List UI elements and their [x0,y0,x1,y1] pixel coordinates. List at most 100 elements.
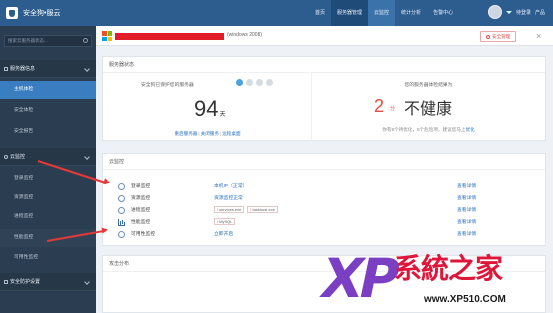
resource-monitor-icon [118,195,125,202]
nav-alert-center[interactable]: 告警中心 [427,0,459,26]
sidebar-group-label: 安全防护设置 [10,279,41,285]
monitor-row-login: 登录监控 本机IP（正常） 查看详情 [103,181,545,192]
monitor-row-resource: 资源监控 资源监控正常 查看详情 [103,193,545,204]
security-management-button[interactable]: 安全管理 [480,31,517,42]
service-icon[interactable] [256,79,263,86]
nav-statistics[interactable]: 统计分析 [395,0,427,26]
monitor-row-process: 进程监控 !services.exe !taskhost.exe 查看详情 [103,205,545,216]
process-tag: !services.exe [214,206,245,214]
avatar[interactable] [487,5,502,19]
shield-icon [486,34,490,39]
optimize-link[interactable]: 优化 [466,127,475,132]
sidebar-item-host-checkup[interactable]: 主机体检 [0,81,96,99]
security-management-label: 安全管理 [492,34,511,39]
watermark-logo: XP 系統之家 www.XP510.COM [315,247,553,313]
view-details-link[interactable]: 查看详情 [457,205,476,216]
remote-desktop-link[interactable]: 远程桌面 [222,131,240,136]
process-tag: !taskhost.exe [247,206,278,214]
windows-icon [102,31,112,41]
watermark-xp-text: XP [315,247,403,310]
sidebar-search-input[interactable]: 搜索云服务器状态... [4,35,92,47]
login-monitor-icon [118,183,125,190]
search-icon[interactable] [83,38,88,43]
protected-days-unit: 天 [219,112,226,118]
view-details-link[interactable]: 查看详情 [457,229,476,240]
monitor-row-availability: 可用性监控 立即开启 查看详情 [103,229,545,240]
protected-label: 安全狗已保护您的服务器 [141,83,194,88]
products-link[interactable]: 产品 [535,9,545,16]
os-name: (windows 2008) [227,32,263,38]
sidebar-item-process-monitor[interactable]: 进程监控 [0,208,96,226]
service-icon[interactable] [266,79,273,86]
panel-title: 服务器状态 [103,57,545,73]
service-icon[interactable] [236,79,243,86]
chevron-down-icon [84,154,90,160]
protected-days-value: 94 [194,96,219,121]
nav-cloud-monitor[interactable]: 云监控 [368,0,396,26]
sidebar-item-login-monitor[interactable]: 登录监控 [0,170,96,188]
server-icon [4,67,8,71]
availability-monitor-icon [118,231,125,238]
stop-service-link[interactable]: 关闭服务 [201,131,219,136]
watermark-url: www.XP510.COM [424,294,506,305]
monitor-status[interactable]: 本机IP（正常） [214,181,247,192]
health-section: 您的服务器体检结果为 2 分 不健康 你有9个待优化，5个危险项，建议您马上优化 [312,73,545,140]
performance-tags: !MySQL [214,217,238,228]
process-tags: !services.exe !taskhost.exe [214,205,281,216]
sidebar-group-label: 云监控 [10,154,26,160]
sidebar-item-availability-monitor[interactable]: 可用性监控 [0,249,96,267]
health-status-text: 不健康 [404,101,453,118]
process-monitor-icon [118,207,125,214]
sidebar-group-protection-settings[interactable]: 安全防护设置 [0,273,96,291]
enable-now-link[interactable]: 立即开启 [214,229,233,240]
close-icon[interactable]: × [536,31,541,41]
top-bar: 安全狗•服云 首页 服务器管理 云监控 统计分析 告警中心 待登录 产品 [0,0,553,26]
app-title: 安全狗•服云 [23,10,61,17]
app-logo[interactable]: 安全狗•服云 [6,5,60,21]
restart-server-link[interactable]: 重启服务器 [174,131,197,136]
monitor-name: 登录监控 [131,184,151,189]
user-name[interactable]: 待登录 [516,9,531,16]
health-score: 2 [374,96,385,116]
eye-icon [4,155,8,159]
server-actions: 重启服务器|关闭服务|远程桌面 [174,131,241,136]
sidebar-group-server-info[interactable]: 服务器信息 [0,60,96,78]
chevron-down-icon [84,66,90,72]
server-status-panel: 服务器状态 安全狗已保护您的服务器 94天 重启服务器|关闭服务|远程桌面 您的… [102,56,546,141]
view-details-link[interactable]: 查看详情 [457,181,476,192]
cloud-monitor-panel: 云监控 登录监控 本机IP（正常） 查看详情 资源监控 资源监控正常 查看详情 … [102,153,546,246]
chevron-down-icon [84,279,90,285]
view-details-link[interactable]: 查看详情 [457,217,476,228]
protected-days: 94天 [194,96,226,122]
sidebar-item-performance-monitor[interactable]: 性能监控 [0,229,96,247]
shield-icon [4,280,8,284]
redacted-hostname [115,33,224,40]
service-name: MySQL [219,219,233,225]
health-label: 您的服务器体检结果为 [404,83,453,88]
monitor-status[interactable]: 资源监控正常 [214,193,243,204]
monitor-name: 可用性监控 [131,232,155,237]
sidebar-item-security-report[interactable]: 安全报告 [0,123,96,141]
nav-home[interactable]: 首页 [309,0,331,26]
process-name: services.exe [219,207,242,213]
monitor-name: 资源监控 [131,196,151,201]
host-bar: (windows 2008) 安全管理 × [96,26,553,46]
watermark-xp: XP [315,247,403,310]
user-area[interactable]: 待登录 产品 [487,5,545,19]
view-details-link[interactable]: 查看详情 [457,193,476,204]
sidebar-item-security-checkup[interactable]: 安全体检 [0,102,96,120]
bar-chart-icon [118,219,125,226]
monitor-row-performance: 性能监控 !MySQL 查看详情 [103,217,545,228]
nav-server-management[interactable]: 服务器管理 [331,0,369,26]
sidebar: 搜索云服务器状态... 服务器信息 主机体检 安全体检 安全报告 云监控 登录监… [0,26,96,313]
top-nav: 首页 服务器管理 云监控 统计分析 告警中心 [309,0,459,26]
service-icon[interactable] [246,79,253,86]
sidebar-item-resource-monitor[interactable]: 资源监控 [0,189,96,207]
chevron-down-icon[interactable] [505,10,512,14]
protection-section: 安全狗已保护您的服务器 94天 重启服务器|关闭服务|远程桌面 [103,73,312,140]
sidebar-group-label: 服务器信息 [10,66,36,72]
tip-text: 你有9个待优化，5个危险项，建议您马上 [382,127,466,132]
watermark-name: 系統之家 [394,253,503,284]
service-icons [236,79,273,86]
service-tag: !MySQL [214,218,236,226]
